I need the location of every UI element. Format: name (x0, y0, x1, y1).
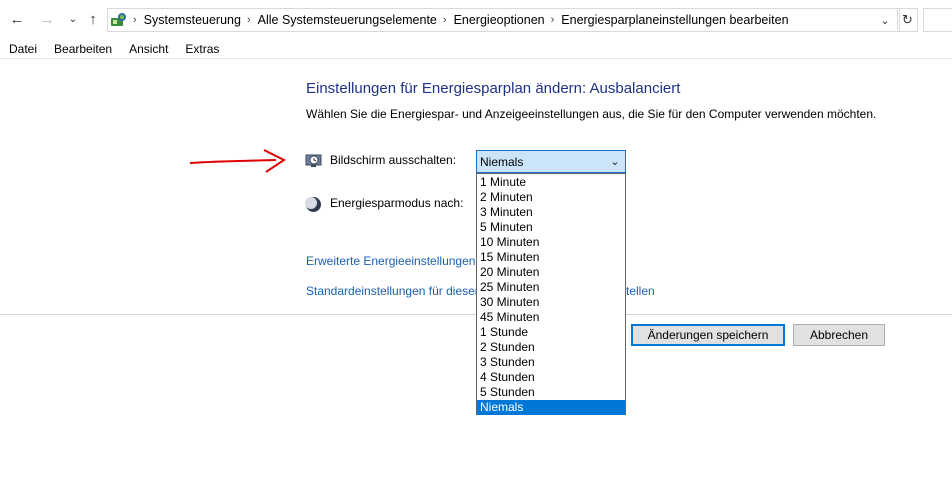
refresh-button[interactable]: ↻ (897, 8, 918, 32)
dropdown-option[interactable]: 2 Minuten (477, 190, 625, 205)
annotation-arrow (189, 149, 286, 173)
breadcrumb-separator: › (550, 14, 555, 26)
up-button[interactable]: ↑ (84, 9, 102, 29)
dropdown-option[interactable]: 25 Minuten (477, 280, 625, 295)
advanced-settings-link[interactable]: Erweiterte Energieeinstellungen ä (306, 254, 485, 268)
refresh-icon: ↻ (902, 12, 913, 27)
control-panel-icon (111, 13, 126, 26)
arrow-left-icon: ← (9, 10, 25, 28)
dropdown-option[interactable]: 10 Minuten (477, 235, 625, 250)
dropdown-option[interactable]: 20 Minuten (477, 265, 625, 280)
recent-locations-button[interactable]: ⌄ (64, 9, 82, 29)
address-toolbar: ← → ⌄ ↑ › Systemsteuerung › Alle Systems… (0, 0, 952, 40)
menu-bar: Datei Bearbeiten Ansicht Extras (0, 40, 952, 59)
monitor-clock-icon (305, 154, 322, 167)
dropdown-option[interactable]: 3 Minuten (477, 205, 625, 220)
save-changes-button[interactable]: Änderungen speichern (631, 324, 785, 346)
dropdown-option[interactable]: 2 Stunden (477, 340, 625, 355)
breadcrumb-item[interactable]: Energiesparplaneinstellungen bearbeiten (558, 13, 791, 27)
menu-bearbeiten[interactable]: Bearbeiten (45, 42, 120, 56)
display-off-dropdown-list[interactable]: 1 Minute 2 Minuten 3 Minuten 5 Minuten 1… (476, 173, 626, 415)
back-button[interactable]: ← (8, 9, 26, 29)
dropdown-option[interactable]: 30 Minuten (477, 295, 625, 310)
arrow-right-icon: → (39, 10, 55, 28)
display-off-select[interactable]: Niemals (476, 150, 626, 173)
menu-ansicht[interactable]: Ansicht (120, 42, 176, 56)
dropdown-option[interactable]: 5 Stunden (477, 385, 625, 400)
page-subtitle: Wählen Sie die Energiespar- und Anzeigee… (306, 107, 877, 121)
moon-icon (305, 197, 321, 212)
restore-defaults-link[interactable]: Standardeinstellungen für diesen (306, 284, 481, 298)
dropdown-option[interactable]: 3 Stunden (477, 355, 625, 370)
breadcrumb: › Systemsteuerung › Alle Systemsteuerung… (110, 8, 792, 32)
menu-extras[interactable]: Extras (176, 42, 227, 56)
breadcrumb-separator: › (442, 14, 447, 26)
menu-datei[interactable]: Datei (0, 42, 45, 56)
address-history-button[interactable]: ⌄ (877, 12, 893, 28)
display-off-value: Niemals (480, 154, 524, 169)
chevron-down-icon: ⌄ (880, 14, 890, 27)
dropdown-option[interactable]: 1 Minute (477, 175, 625, 190)
dropdown-option[interactable]: 4 Stunden (477, 370, 625, 385)
breadcrumb-separator: › (133, 14, 137, 26)
dropdown-option-selected[interactable]: Niemals (477, 400, 625, 415)
sleep-label: Energiesparmodus nach: (330, 196, 464, 210)
breadcrumb-item[interactable]: Systemsteuerung (141, 13, 244, 27)
dropdown-option[interactable]: 15 Minuten (477, 250, 625, 265)
chevron-down-icon: ⌄ (610, 156, 620, 168)
chevron-down-icon: ⌄ (68, 13, 78, 25)
dropdown-option[interactable]: 1 Stunde (477, 325, 625, 340)
dropdown-option[interactable]: 45 Minuten (477, 310, 625, 325)
cancel-button[interactable]: Abbrechen (793, 324, 885, 346)
dropdown-option[interactable]: 5 Minuten (477, 220, 625, 235)
restore-defaults-link-tail[interactable]: tellen (626, 284, 655, 298)
arrow-up-icon: ↑ (89, 10, 97, 28)
breadcrumb-separator: › (246, 14, 251, 26)
forward-button[interactable]: → (38, 9, 56, 29)
breadcrumb-item[interactable]: Alle Systemsteuerungselemente (255, 13, 440, 27)
display-off-label: Bildschirm ausschalten: (330, 153, 457, 167)
page-title: Einstellungen für Energiesparplan ändern… (306, 80, 681, 97)
search-input[interactable] (923, 8, 952, 32)
breadcrumb-item[interactable]: Energieoptionen (451, 13, 548, 27)
